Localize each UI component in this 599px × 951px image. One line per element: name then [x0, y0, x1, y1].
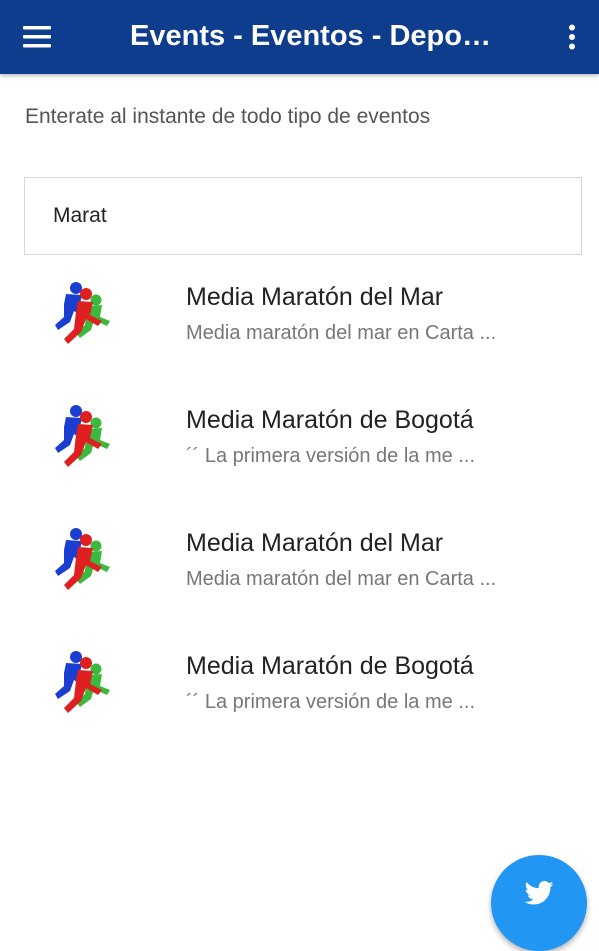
hamburger-menu-icon	[23, 26, 51, 48]
event-title: Media Maratón de Bogotá	[186, 652, 474, 680]
event-title: Media Maratón de Bogotá	[186, 406, 474, 434]
event-title: Media Maratón del Mar	[186, 529, 444, 557]
search-box	[24, 177, 582, 255]
more-vert-icon	[569, 24, 575, 50]
event-description: ´´ La primera versión de la me ...	[186, 691, 475, 713]
overflow-menu-button[interactable]	[552, 17, 592, 57]
event-list-item[interactable]: Media Maratón del Mar Media maratón del …	[0, 508, 599, 631]
event-list: Media Maratón del Mar Media maratón del …	[0, 262, 599, 754]
search-input[interactable]	[53, 197, 553, 235]
twitter-share-button[interactable]	[491, 855, 587, 951]
app-bar: Events - Eventos - Depo…	[0, 0, 599, 74]
page-subtitle: Enterate al instante de todo tipo de eve…	[25, 105, 431, 128]
event-description: Media maratón del mar en Carta ...	[186, 322, 497, 344]
event-title: Media Maratón del Mar	[186, 283, 444, 311]
runners-logo-icon	[55, 405, 110, 467]
runners-logo-icon	[55, 528, 110, 590]
twitter-bird-icon	[524, 881, 554, 905]
event-description: ´´ La primera versión de la me ...	[186, 445, 475, 467]
event-list-item[interactable]: Media Maratón de Bogotá ´´ La primera ve…	[0, 631, 599, 754]
event-description: Media maratón del mar en Carta ...	[186, 568, 497, 590]
app-title: Events - Eventos - Depo…	[130, 20, 491, 52]
runners-logo-icon	[55, 282, 110, 344]
event-list-item[interactable]: Media Maratón del Mar Media maratón del …	[0, 262, 599, 385]
runners-logo-icon	[55, 651, 110, 713]
event-list-item[interactable]: Media Maratón de Bogotá ´´ La primera ve…	[0, 385, 599, 508]
menu-button[interactable]	[14, 17, 60, 57]
